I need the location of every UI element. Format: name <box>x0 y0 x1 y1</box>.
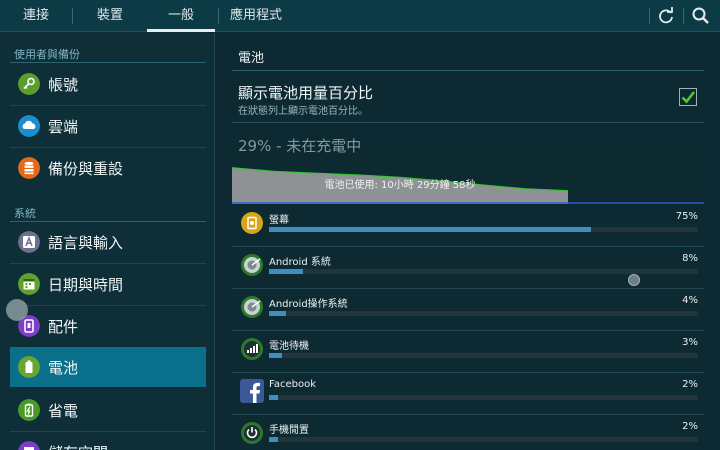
usage-percent: 75% <box>675 211 698 222</box>
show-percent-checkbox[interactable] <box>679 88 697 106</box>
facebook-icon <box>240 379 264 403</box>
sidebar-item-label: 帳號 <box>48 76 79 94</box>
sidebar-item-power-saving[interactable]: 省電 <box>10 390 206 430</box>
key-icon <box>18 73 40 95</box>
show-percent-title[interactable]: 顯示電池用量百分比 <box>238 82 373 103</box>
database-icon <box>18 157 40 179</box>
usage-percent: 3% <box>682 337 698 348</box>
touch-indicator-dot <box>628 274 640 286</box>
sidebar-item-accounts[interactable]: 帳號 <box>10 64 206 104</box>
usage-app-name: 電池待機 <box>269 341 309 352</box>
usage-percent: 2% <box>682 379 698 390</box>
sidebar-item-battery[interactable]: 電池 <box>10 347 206 387</box>
sidebar-item-label: 雲端 <box>48 118 79 136</box>
sidebar-item-label: 配件 <box>48 318 79 336</box>
usage-app-name: Android 系統 <box>269 257 331 268</box>
section-header-system: 系統 <box>14 207 36 220</box>
tab-connections[interactable]: 連接 <box>8 0 64 32</box>
sidebar-item-label: 備份與重設 <box>48 160 124 178</box>
battery-icon <box>18 356 40 378</box>
usage-bar-fill <box>269 437 278 442</box>
section-header-user-backup: 使用者與備份 <box>14 48 80 61</box>
usage-app-name: 螢幕 <box>269 215 289 226</box>
usage-bar-track <box>269 353 698 358</box>
power-saving-icon <box>18 399 40 421</box>
usage-app-name: Android操作系統 <box>269 299 348 310</box>
usage-bar-track <box>269 227 698 232</box>
usage-bar-track <box>269 437 698 442</box>
usage-row-facebook[interactable]: Facebook 2% <box>232 373 704 415</box>
sidebar-item-date-time[interactable]: 日期與時間 <box>10 264 206 304</box>
section-divider <box>10 62 206 63</box>
calendar-icon <box>18 273 40 295</box>
android-system-icon <box>241 254 263 276</box>
sidebar-item-label: 語言與輸入 <box>48 234 124 252</box>
usage-row-android-os[interactable]: Android操作系統 4% <box>232 289 704 331</box>
sidebar-item-backup-reset[interactable]: 備份與重設 <box>10 148 206 188</box>
phone-idle-icon <box>241 422 263 444</box>
tab-divider <box>218 8 219 24</box>
usage-percent: 2% <box>682 421 698 432</box>
page-title: 電池 <box>238 51 265 66</box>
usage-bar-track <box>269 311 698 316</box>
sidebar-item-label: 電池 <box>48 359 79 377</box>
usage-bar-fill <box>269 311 287 316</box>
battery-status: 29% - 未在充電中 <box>238 137 362 155</box>
screen-icon <box>241 212 263 234</box>
storage-icon <box>18 441 40 450</box>
search-icon[interactable] <box>691 6 711 26</box>
top-tab-bar: 連接 裝置 一般 應用程式 <box>0 0 720 32</box>
tab-applications[interactable]: 應用程式 <box>226 0 286 32</box>
battery-used-duration: 電池已使用: 10小時 29分鐘 58秒 <box>324 180 476 191</box>
sidebar-item-storage[interactable]: 儲存空間 <box>10 432 206 450</box>
pref-divider <box>232 122 704 123</box>
sidebar-item-label: 省電 <box>48 402 79 420</box>
refresh-icon[interactable] <box>656 6 676 26</box>
usage-row-phone-idle[interactable]: 手機閒置 2% <box>232 415 704 450</box>
usage-row-cell-standby[interactable]: 電池待機 3% <box>232 331 704 373</box>
tab-device[interactable]: 裝置 <box>80 0 140 32</box>
battery-detail-pane: 電池 顯示電池用量百分比 在狀態列上顯示電池百分比。 29% - 未在充電中 電… <box>216 33 720 450</box>
usage-bar-fill <box>269 227 591 232</box>
usage-bar-fill <box>269 395 278 400</box>
sidebar-item-label: 日期與時間 <box>48 276 124 294</box>
usage-percent: 8% <box>682 253 698 264</box>
show-percent-summary: 在狀態列上顯示電池百分比。 <box>238 106 368 117</box>
usage-percent: 4% <box>682 295 698 306</box>
usage-app-name: 手機閒置 <box>269 425 309 436</box>
sidebar-item-accessories[interactable]: 配件 <box>10 306 206 346</box>
tab-general[interactable]: 一般 <box>147 0 215 32</box>
usage-app-name: Facebook <box>269 379 316 390</box>
cloud-icon <box>18 115 40 137</box>
tab-divider <box>683 8 684 24</box>
android-os-icon <box>241 296 263 318</box>
tab-divider <box>649 8 650 24</box>
checkmark-icon <box>681 91 696 104</box>
sidebar-item-cloud[interactable]: 雲端 <box>10 106 206 146</box>
usage-bar-fill <box>269 353 282 358</box>
sidebar-item-label: 儲存空間 <box>48 442 108 450</box>
settings-sidebar: 使用者與備份 帳號 雲端 備份與重設 系統 語言與輸入 日期與時間 配件 電池 … <box>0 33 215 450</box>
usage-bar-track <box>269 395 698 400</box>
title-divider <box>232 70 704 71</box>
cell-standby-icon <box>241 338 263 360</box>
language-icon <box>18 231 40 253</box>
tab-divider <box>72 8 73 24</box>
floating-drag-handle[interactable] <box>6 299 28 321</box>
sidebar-item-language-input[interactable]: 語言與輸入 <box>10 222 206 262</box>
usage-row-screen[interactable]: 螢幕 75% <box>232 205 704 247</box>
usage-bar-fill <box>269 269 304 274</box>
